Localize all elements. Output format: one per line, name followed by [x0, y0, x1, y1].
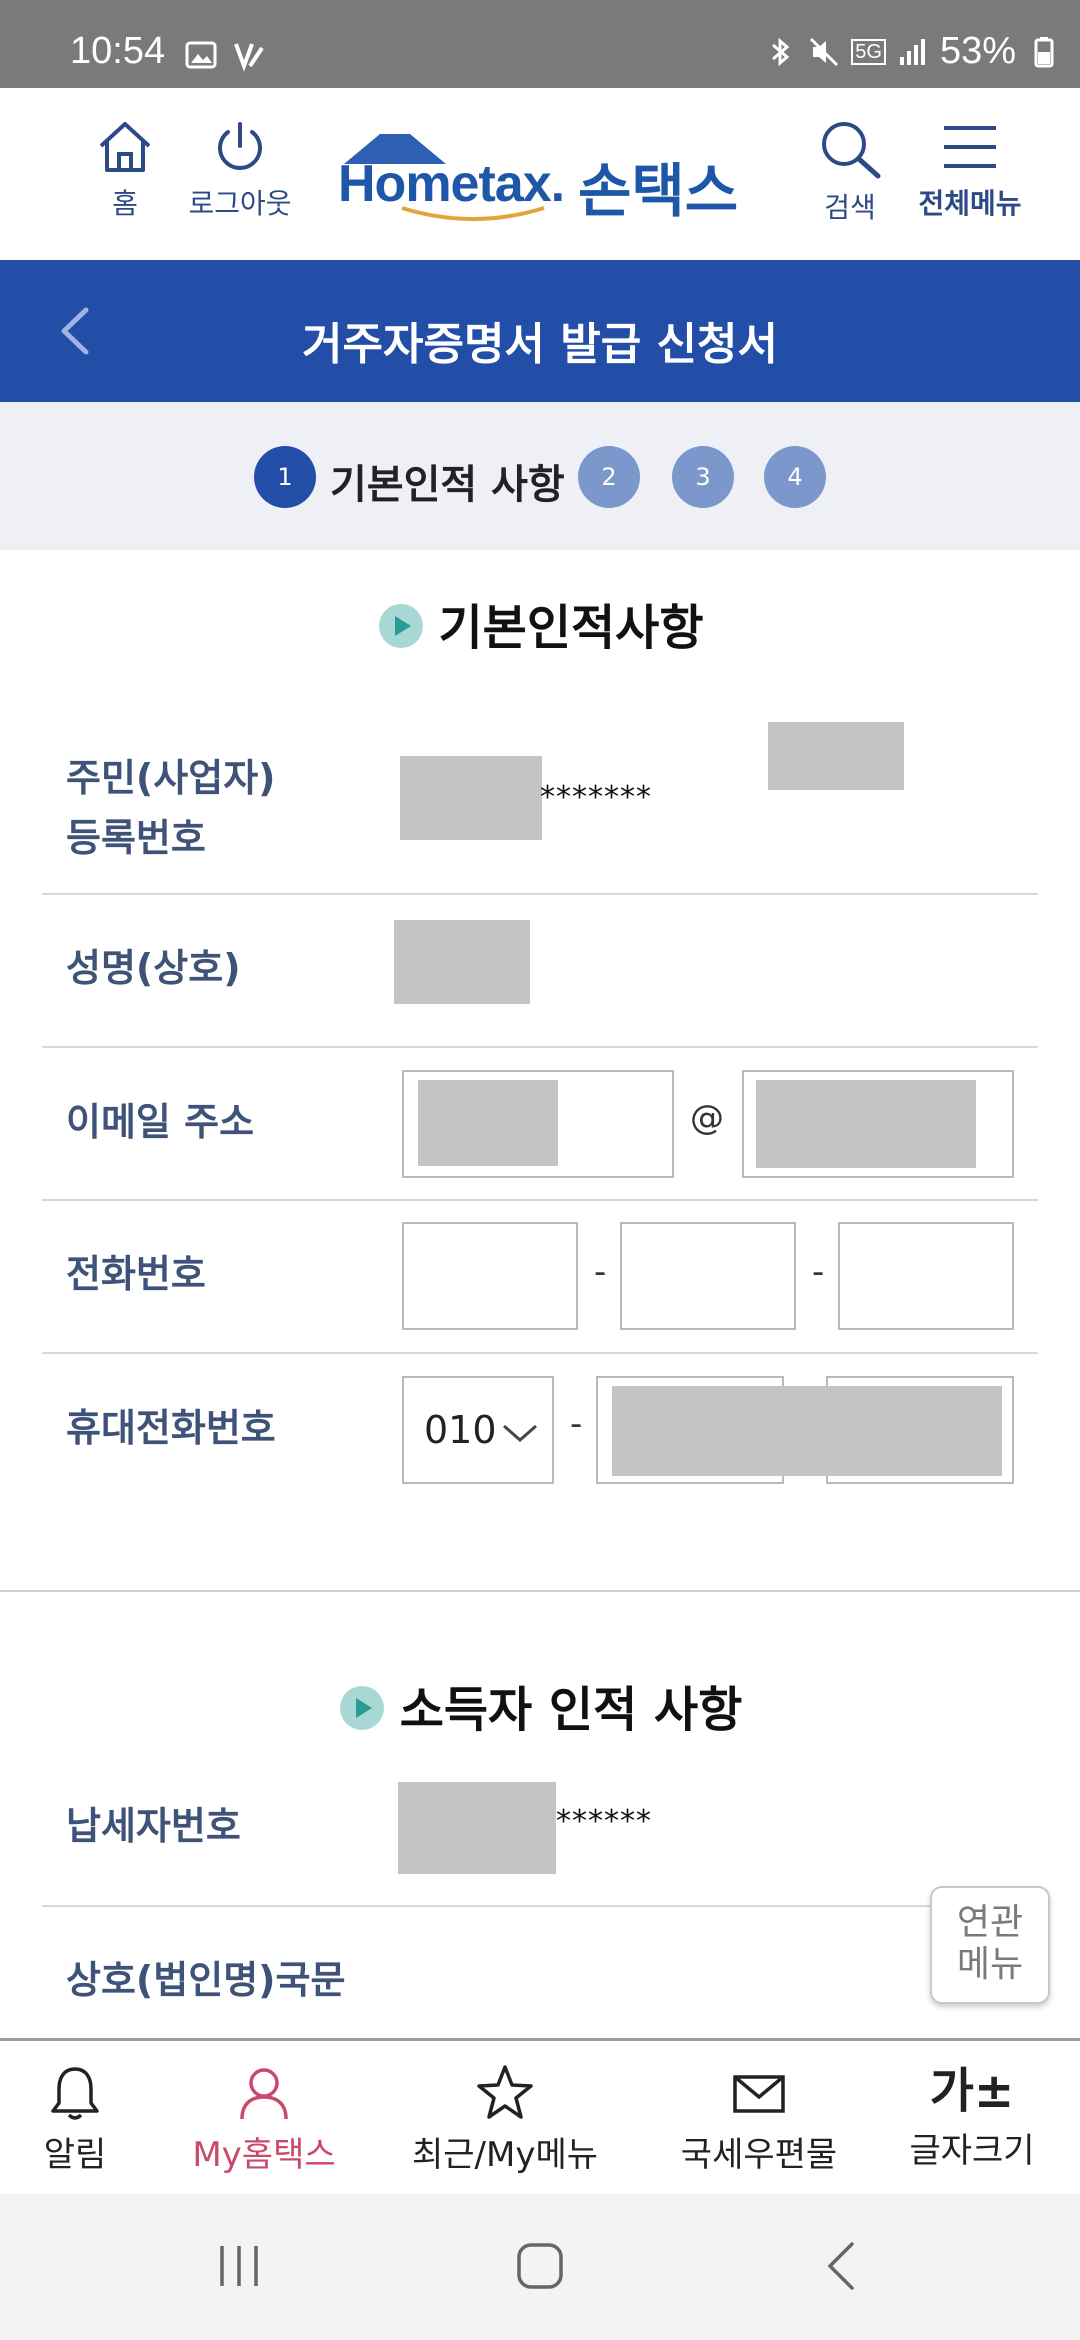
home-button[interactable]: 홈	[90, 118, 160, 222]
nav-recent-my-menu-label: 최근/My메뉴	[411, 2135, 599, 2175]
nav-my-hometax-label: My홈택스	[192, 2135, 336, 2175]
phone-label: 전화번호	[66, 1252, 206, 1296]
system-navigation-bar	[0, 2194, 1080, 2340]
mobile-label: 휴대전화번호	[66, 1406, 276, 1450]
email-local-input[interactable]	[402, 1070, 674, 1178]
battery-percent: 53%	[939, 30, 1016, 72]
status-bar: 10:54 5G 53%	[0, 0, 1080, 88]
email-domain-input[interactable]	[742, 1070, 1014, 1178]
nav-recent-my-menu[interactable]: 최근/My메뉴	[410, 2063, 600, 2176]
rrn-redacted	[400, 756, 542, 840]
email-local-redacted	[418, 1080, 558, 1166]
mobile-separator: -	[570, 1404, 583, 1444]
phone-separator-2: -	[812, 1252, 825, 1292]
full-menu-button[interactable]: 전체메뉴	[910, 118, 1030, 222]
envelope-icon	[733, 2075, 785, 2113]
taxpayer-redacted	[398, 1782, 556, 1874]
step-3: 3	[672, 446, 734, 508]
divider	[42, 1199, 1038, 1201]
signal-icon	[899, 38, 925, 65]
phone-part2-input[interactable]	[620, 1222, 796, 1330]
email-at-sign: @	[690, 1098, 724, 1138]
email-label: 이메일 주소	[66, 1100, 255, 1144]
font-size-icon: 가±	[929, 2063, 1015, 2119]
star-icon	[477, 2065, 533, 2119]
status-time: 10:54	[70, 30, 166, 72]
power-icon	[218, 122, 262, 170]
page-title-bar: 거주자증명서 발급 신청서	[0, 260, 1080, 402]
step-2: 2	[578, 446, 640, 508]
logo-swoosh-icon	[401, 206, 545, 221]
related-menu-line2: 메뉴	[956, 1944, 1024, 1985]
section-basic-info-title: 기본인적사항	[0, 588, 1080, 658]
taxpayer-number-label: 납세자번호	[66, 1804, 241, 1848]
rrn-label: 주민(사업자) 등록번호	[66, 748, 276, 868]
nav-my-hometax[interactable]: My홈택스	[184, 2063, 344, 2176]
name-label: 성명(상호)	[66, 946, 241, 990]
section-basic-info-text: 기본인적사항	[438, 600, 704, 656]
taxpayer-masked-digits: ******	[556, 1804, 652, 1839]
nav-notifications[interactable]: 알림	[30, 2063, 120, 2176]
logout-label: 로그아웃	[188, 187, 292, 220]
bell-icon	[51, 2067, 99, 2120]
section-income-earner-title: 소득자 인적 사항	[0, 1670, 1080, 1740]
logo-korean-text: 손택스	[578, 157, 739, 225]
related-menu-line1: 연관	[956, 1902, 1024, 1943]
divider	[42, 893, 1038, 895]
section-bullet-icon	[339, 1686, 384, 1730]
page-title: 거주자증명서 발급 신청서	[302, 319, 778, 370]
mobile-prefix-select[interactable]: 010	[402, 1376, 554, 1484]
divider	[42, 1352, 1038, 1354]
bluetooth-icon	[772, 37, 790, 66]
email-domain-redacted	[756, 1080, 976, 1168]
nav-tax-mail-label: 국세우편물	[680, 2135, 838, 2175]
logout-button[interactable]: 로그아웃	[180, 118, 300, 222]
recent-apps-icon[interactable]	[214, 2240, 264, 2292]
battery-icon	[1034, 36, 1054, 67]
step-indicator: 1 기본인적 사항 2 3 4	[0, 402, 1080, 550]
home-system-icon[interactable]	[514, 2240, 566, 2292]
mobile-redacted	[612, 1386, 1002, 1476]
section-bullet-icon	[378, 604, 423, 648]
phone-part3-input[interactable]	[838, 1222, 1014, 1330]
divider	[42, 1905, 1038, 1907]
rrn-masked-digits: *******	[540, 780, 652, 815]
phone-separator-1: -	[594, 1252, 607, 1292]
search-icon	[822, 122, 881, 179]
app-header: 홈 로그아웃 Hometax. 손택스 검색 전체메뉴	[0, 88, 1080, 260]
rrn-label-line1: 주민(사업자)	[66, 756, 276, 800]
rrn-label-line2: 등록번호	[66, 816, 206, 860]
mobile-prefix-value: 010	[424, 1408, 497, 1452]
v-app-notification-icon	[234, 43, 264, 72]
person-icon	[240, 2068, 288, 2120]
related-menu-button[interactable]: 연관 메뉴	[930, 1886, 1050, 2004]
hometax-logo[interactable]: Hometax. 손택스	[338, 128, 758, 225]
step-4: 4	[764, 446, 826, 508]
bottom-navigation: 알림 My홈택스 최근/My메뉴 국세우편물 가± 글자크기	[0, 2038, 1080, 2194]
back-system-icon[interactable]	[822, 2240, 862, 2292]
section-separator	[0, 1590, 1080, 1592]
network-type-badge: 5G	[851, 38, 886, 65]
home-label: 홈	[112, 187, 138, 220]
step-1: 1	[254, 446, 316, 508]
step-1-label: 기본인적 사항	[330, 462, 565, 508]
image-notification-icon	[185, 41, 217, 69]
nav-font-size[interactable]: 가± 글자크기	[902, 2063, 1042, 2172]
rrn-extra-redacted	[768, 722, 904, 790]
phone-part1-input[interactable]	[402, 1222, 578, 1330]
chevron-down-icon	[503, 1424, 537, 1442]
mute-icon	[810, 37, 839, 66]
nav-notifications-label: 알림	[43, 2135, 107, 2175]
section-income-earner-text: 소득자 인적 사항	[399, 1682, 743, 1738]
nav-font-size-label: 글자크기	[909, 2131, 1035, 2171]
search-button[interactable]: 검색	[810, 118, 890, 226]
name-redacted	[394, 920, 530, 1004]
home-icon	[99, 122, 151, 172]
company-name-label: 상호(법인명)국문	[66, 1958, 346, 2002]
search-label: 검색	[824, 191, 876, 224]
full-menu-label: 전체메뉴	[918, 187, 1022, 220]
hamburger-icon	[944, 126, 996, 168]
nav-tax-mail[interactable]: 국세우편물	[674, 2063, 844, 2176]
divider	[42, 1046, 1038, 1048]
